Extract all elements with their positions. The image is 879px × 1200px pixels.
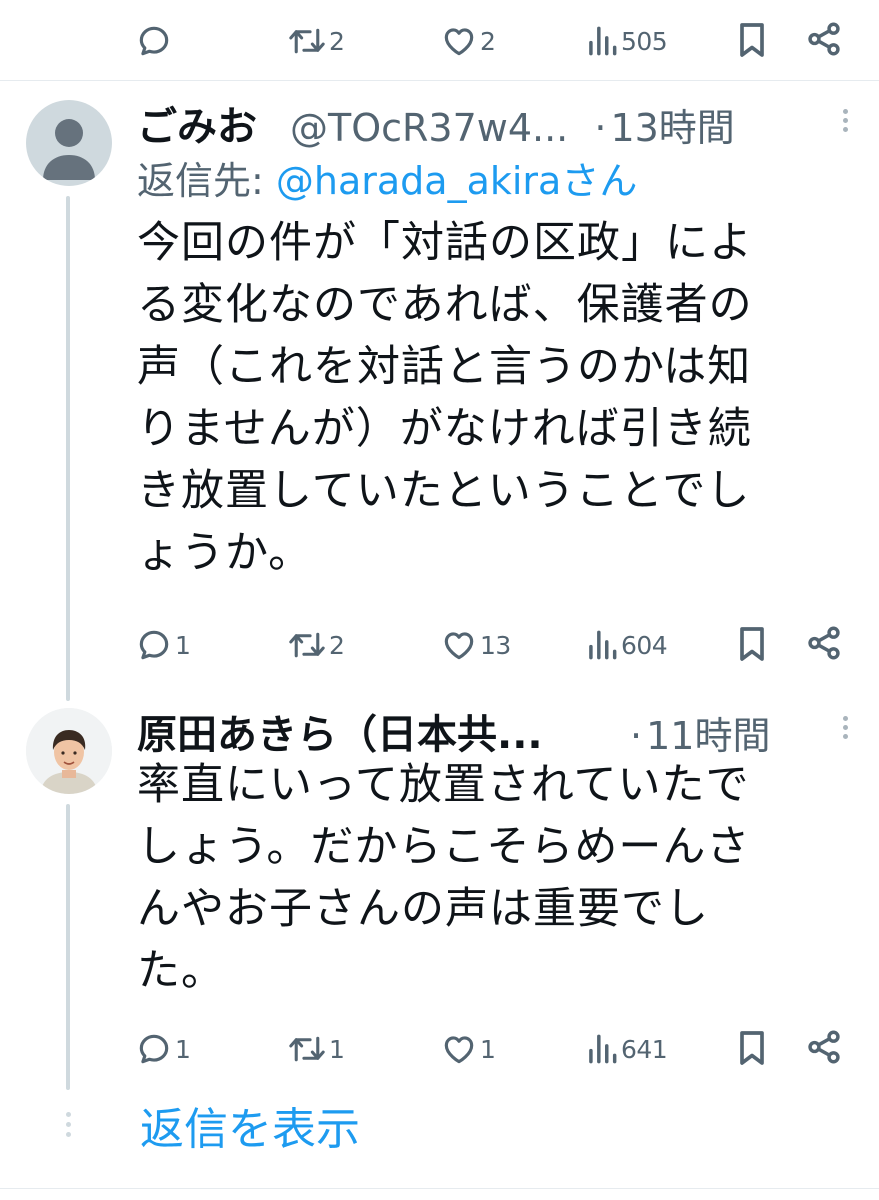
reply-icon: [139, 26, 169, 56]
thread-line: [66, 804, 70, 1090]
bookmark-icon: [740, 1031, 764, 1065]
retweet-button[interactable]: 2: [287, 22, 345, 60]
replying-to: 返信先: @harada_akiraさん: [137, 150, 637, 205]
retweet-icon: [289, 632, 325, 658]
views-icon: [589, 1034, 617, 1064]
tweet-text: 率直にいって放置されていたで しょう。だからこそらめーんさ んやお子さんの声は重…: [137, 754, 857, 1002]
views-button[interactable]: 505: [585, 22, 668, 60]
separator-dot: ·: [630, 714, 643, 758]
like-count: 2: [480, 26, 496, 56]
retweet-icon: [289, 1036, 325, 1062]
thread-continuation-dots: [65, 1112, 71, 1137]
share-button[interactable]: [805, 1028, 843, 1066]
like-icon: [444, 28, 474, 56]
views-count: 641: [621, 1034, 668, 1064]
views-button[interactable]: 604: [585, 626, 668, 664]
show-replies-link[interactable]: 返信を表示: [140, 1100, 360, 1160]
retweet-count: 1: [329, 1034, 345, 1064]
share-icon: [808, 1030, 840, 1064]
reply-icon: [139, 1034, 169, 1064]
share-button[interactable]: [805, 624, 843, 662]
bookmark-button[interactable]: [735, 20, 769, 60]
avatar-photo[interactable]: [26, 708, 112, 794]
views-count: 505: [621, 26, 668, 56]
thread-line: [66, 196, 70, 701]
meta-row: · 11時間: [630, 705, 770, 760]
bookmark-icon: [740, 23, 764, 57]
timestamp[interactable]: 11時間: [646, 714, 770, 758]
retweet-icon: [289, 28, 325, 54]
retweet-count: 2: [329, 630, 345, 660]
divider: [0, 80, 879, 81]
bookmark-button[interactable]: [735, 624, 769, 664]
tweet-text: 今回の件が「対話の区政」によ る変化なのであれば、保護者の 声（これを対話と言う…: [137, 212, 857, 584]
retweet-button[interactable]: 1: [287, 1030, 345, 1068]
retweet-count: 2: [329, 26, 345, 56]
reply-icon: [139, 630, 169, 660]
avatar-default[interactable]: [26, 100, 112, 186]
bookmark-button[interactable]: [735, 1028, 769, 1068]
text-line: た。: [137, 946, 225, 996]
like-icon: [444, 1036, 474, 1064]
reply-count: 1: [175, 630, 191, 660]
text-line: 率直にいって放置されていたで: [137, 760, 750, 810]
like-count: 1: [480, 1034, 496, 1064]
share-icon: [808, 22, 840, 56]
separator-dot: ·: [594, 106, 607, 150]
reply-button[interactable]: 1: [135, 626, 191, 664]
reply-button[interactable]: [135, 22, 175, 60]
text-line: りませんが）がなければ引き続: [137, 404, 752, 454]
text-line: き放置していたということでし: [137, 466, 751, 516]
like-button[interactable]: 13: [440, 626, 511, 664]
text-line: る変化なのであれば、保護者の: [137, 280, 753, 330]
person-photo-icon: [26, 708, 112, 794]
text-line: んやお子さんの声は重要でし: [137, 884, 709, 934]
share-button[interactable]: [805, 20, 843, 58]
reply-count: 1: [175, 1034, 191, 1064]
views-icon: [589, 26, 617, 56]
timestamp[interactable]: 13時間: [610, 106, 734, 150]
more-icon[interactable]: [842, 716, 848, 739]
meta-row: @TOcR37w4... · 13時間: [290, 97, 735, 152]
like-icon: [444, 632, 474, 660]
author-name[interactable]: 原田あきら（日本共...: [137, 702, 543, 760]
author-handle[interactable]: @TOcR37w4...: [290, 106, 568, 150]
views-count: 604: [621, 630, 668, 660]
default-avatar-icon: [43, 119, 95, 180]
text-line: 声（これを対話と言うのかは知: [137, 342, 752, 392]
retweet-button[interactable]: 2: [287, 626, 345, 664]
share-icon: [808, 626, 840, 660]
bookmark-icon: [740, 627, 764, 661]
views-icon: [589, 630, 617, 660]
divider: [0, 1188, 879, 1189]
text-line: しょう。だからこそらめーんさ: [137, 822, 751, 872]
reply-button[interactable]: 1: [135, 1030, 191, 1068]
more-icon[interactable]: [842, 109, 848, 132]
views-button[interactable]: 641: [585, 1030, 668, 1068]
replying-to-prefix: 返信先:: [137, 159, 276, 203]
text-line: ょうか。: [137, 528, 313, 578]
text-line: 今回の件が「対話の区政」によ: [137, 218, 753, 268]
like-count: 13: [480, 630, 511, 660]
author-name[interactable]: ごみお: [137, 94, 257, 152]
mention-link[interactable]: @harada_akiraさん: [276, 159, 637, 203]
like-button[interactable]: 2: [440, 22, 496, 60]
like-button[interactable]: 1: [440, 1030, 496, 1068]
